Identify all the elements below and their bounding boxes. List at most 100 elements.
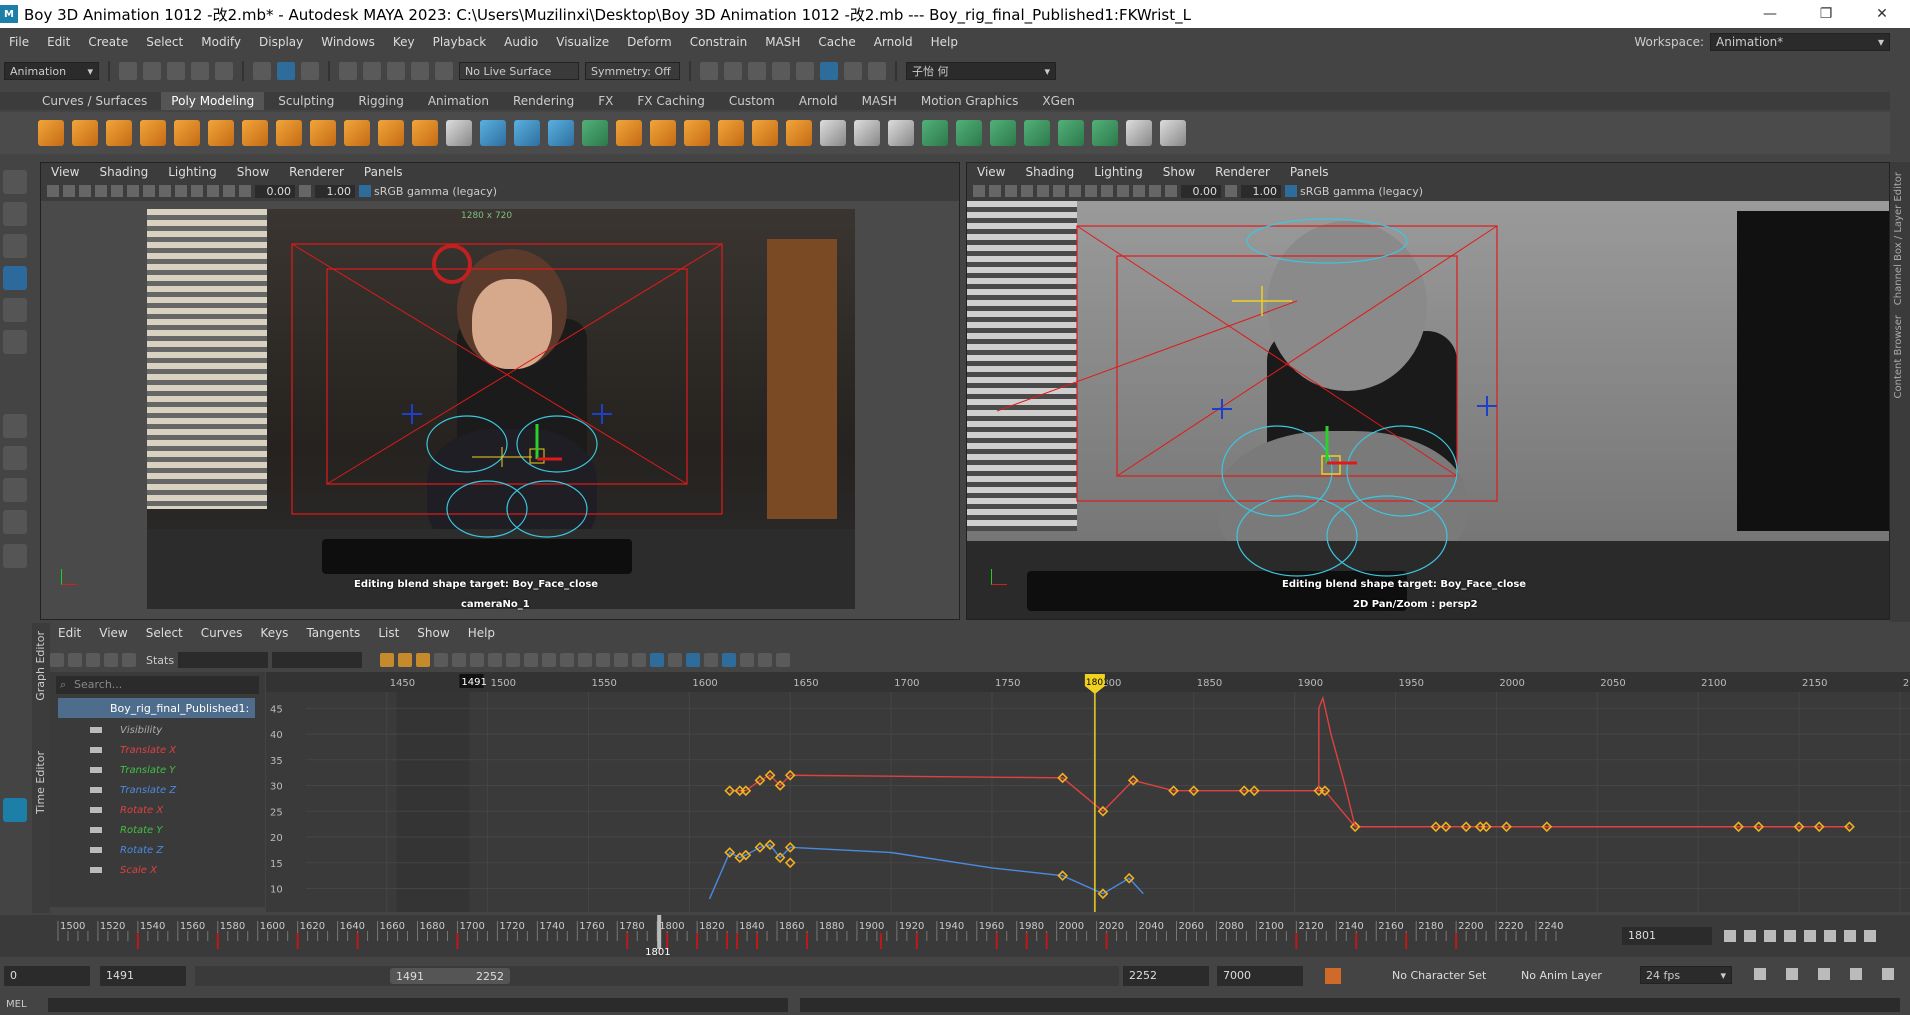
user-account-dropdown[interactable]: 子怡 何 ▾ <box>906 62 1056 80</box>
lattice-deform-icon[interactable] <box>86 653 100 667</box>
scale-tool-icon[interactable] <box>3 330 27 354</box>
minimize-button[interactable]: — <box>1742 0 1798 28</box>
timeline-svg[interactable]: 1500 1520 1540 1560 1580 1600 1620 1640 1660 1680… <box>0 915 1600 958</box>
ge-menu-keys[interactable]: Keys <box>260 626 288 640</box>
content-browser-tab[interactable]: Content Browser <box>1893 315 1904 398</box>
exposure-field[interactable]: 0.00 <box>255 184 295 198</box>
select-tool-icon[interactable] <box>3 170 27 194</box>
viewport-right[interactable]: View Shading Lighting Show Renderer Pane… <box>966 162 1890 620</box>
live-surface-field[interactable]: No Live Surface <box>459 62 579 80</box>
reduce-icon[interactable] <box>548 120 574 146</box>
current-frame-field[interactable]: 1801 <box>1622 927 1712 945</box>
select-component-icon[interactable] <box>301 62 319 80</box>
poly-sphere-icon[interactable] <box>38 120 64 146</box>
shadows-icon[interactable] <box>159 185 171 197</box>
outliner-search-input[interactable]: ⌕ Search... <box>56 676 259 694</box>
grid-icon[interactable] <box>79 185 91 197</box>
loop-icon[interactable] <box>1754 968 1766 980</box>
resolution-gate-icon[interactable] <box>207 185 219 197</box>
menu-select[interactable]: Select <box>137 35 192 49</box>
search-icon[interactable] <box>3 544 27 568</box>
rotate-tool-icon[interactable] <box>3 298 27 322</box>
anim-start-field[interactable]: 0 <box>4 966 90 986</box>
vp-menu-show[interactable]: Show <box>1163 165 1195 179</box>
exposure-icon[interactable] <box>239 185 251 197</box>
gamma-field[interactable]: 1.00 <box>315 184 355 198</box>
render-view-icon[interactable] <box>724 62 742 80</box>
free-weight-icon[interactable] <box>614 653 629 667</box>
platonic-solid-icon[interactable] <box>276 120 302 146</box>
range-bar-track[interactable]: 1491 2252 <box>195 966 1119 986</box>
channel-scale-x[interactable]: Scale X <box>50 860 265 880</box>
menu-playback[interactable]: Playback <box>424 35 496 49</box>
menu-cache[interactable]: Cache <box>809 35 864 49</box>
shelf-tab-curves-surfaces[interactable]: Curves / Surfaces <box>32 92 157 110</box>
channel-translate-y[interactable]: Translate Y <box>50 760 265 780</box>
viewport-left[interactable]: View Shading Lighting Show Renderer Pane… <box>40 162 960 620</box>
flat-tangent-icon[interactable] <box>524 653 539 667</box>
play-forward-icon[interactable] <box>1804 930 1816 942</box>
ge-menu-show[interactable]: Show <box>417 626 449 640</box>
snap-surface-icon[interactable] <box>435 62 453 80</box>
step-forward-frame-icon[interactable] <box>1824 930 1836 942</box>
ge-menu-view[interactable]: View <box>99 626 127 640</box>
playback-preferences-icon[interactable] <box>1882 968 1894 980</box>
channel-box-tab[interactable]: Channel Box / Layer Editor <box>1893 172 1904 305</box>
xray-icon[interactable] <box>1101 185 1113 197</box>
safe-area-icon[interactable] <box>223 185 235 197</box>
workspace-dropdown[interactable]: Animation* ▾ <box>1710 33 1890 51</box>
smooth-icon[interactable] <box>514 120 540 146</box>
move-key-icon[interactable] <box>50 653 64 667</box>
shelf-tab-fx[interactable]: FX <box>588 92 623 110</box>
ipr-render-icon[interactable] <box>772 62 790 80</box>
vp-menu-lighting[interactable]: Lighting <box>168 165 217 179</box>
snap-plane-icon[interactable] <box>411 62 429 80</box>
vp-menu-view[interactable]: View <box>977 165 1005 179</box>
poly-disc-icon[interactable] <box>242 120 268 146</box>
region-tool-icon[interactable] <box>104 653 118 667</box>
unfold-icon[interactable] <box>1092 120 1118 146</box>
xray-icon[interactable] <box>175 185 187 197</box>
graph-view[interactable]: 1450 1500 1550 1600 1650 1700 1750 1800 1850 1900… <box>266 672 1910 912</box>
outliner-layout-icon[interactable] <box>3 510 27 534</box>
insert-key-icon[interactable] <box>68 653 82 667</box>
mel-input[interactable] <box>48 998 788 1012</box>
bevel-icon[interactable] <box>616 120 642 146</box>
viewport-canvas[interactable]: 1280 x 720 Editing blend shape target: B… <box>41 201 959 619</box>
colorspace-toggle[interactable]: sRGB gamma (legacy) <box>359 185 497 198</box>
save-scene-icon[interactable] <box>167 62 185 80</box>
pre-infinity-icon[interactable] <box>758 653 773 667</box>
paint-select-icon[interactable] <box>3 234 27 258</box>
stats-value-field[interactable] <box>272 652 363 668</box>
colorspace-toggle[interactable]: sRGB gamma (legacy) <box>1285 185 1423 198</box>
vp-menu-show[interactable]: Show <box>237 165 269 179</box>
camera-icon[interactable] <box>973 185 985 197</box>
isolate-icon[interactable] <box>191 185 203 197</box>
auto-tangent-icon[interactable] <box>452 653 467 667</box>
vp-menu-panels[interactable]: Panels <box>364 165 403 179</box>
restore-button[interactable]: ❐ <box>1798 0 1854 28</box>
channel-visibility[interactable]: Visibility <box>50 720 265 740</box>
exposure-icon[interactable] <box>1165 185 1177 197</box>
frame-selection-icon[interactable] <box>398 653 413 667</box>
ge-menu-list[interactable]: List <box>378 626 399 640</box>
gamma-icon[interactable] <box>299 185 311 197</box>
render-settings-icon[interactable] <box>796 62 814 80</box>
multi-cut-icon[interactable] <box>752 120 778 146</box>
channel-rotate-z[interactable]: Rotate Z <box>50 840 265 860</box>
wireframe-icon[interactable] <box>95 185 107 197</box>
cylindrical-map-icon[interactable] <box>990 120 1016 146</box>
menu-create[interactable]: Create <box>79 35 137 49</box>
retime-tool-icon[interactable] <box>122 653 136 667</box>
vp-menu-renderer[interactable]: Renderer <box>1215 165 1270 179</box>
shelf-tab-mash[interactable]: MASH <box>852 92 907 110</box>
single-layout-icon[interactable] <box>3 414 27 438</box>
post-infinity-icon[interactable] <box>776 653 791 667</box>
center-current-time-icon[interactable] <box>434 653 449 667</box>
smooth-shade-icon[interactable] <box>111 185 123 197</box>
channel-translate-x[interactable]: Translate X <box>50 740 265 760</box>
cache-playback-icon[interactable] <box>1786 968 1798 980</box>
menu-modify[interactable]: Modify <box>192 35 250 49</box>
plateau-tangent-icon[interactable] <box>560 653 575 667</box>
go-to-start-icon[interactable] <box>1724 930 1736 942</box>
